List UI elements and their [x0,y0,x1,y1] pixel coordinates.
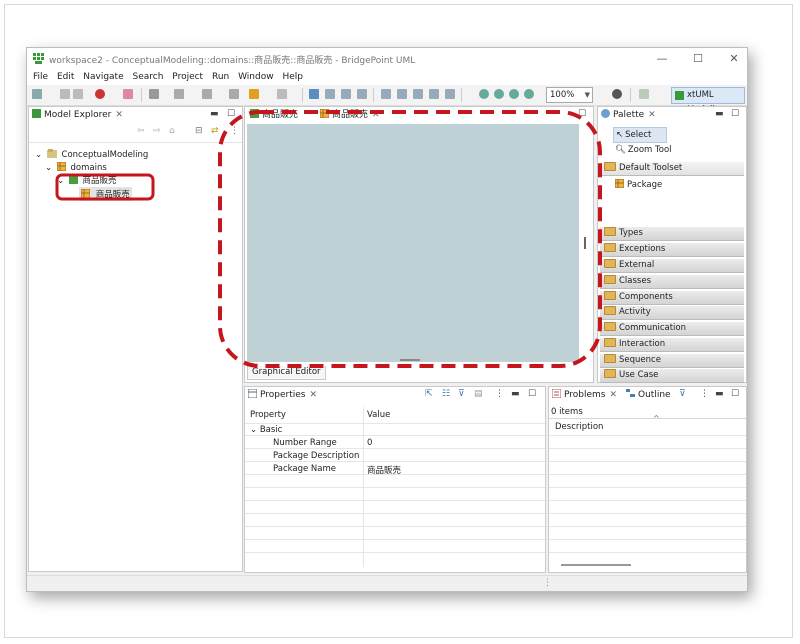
highlight-dashed-region [218,110,602,368]
highlight-box [55,173,155,201]
annotation-overlay [55,110,602,368]
